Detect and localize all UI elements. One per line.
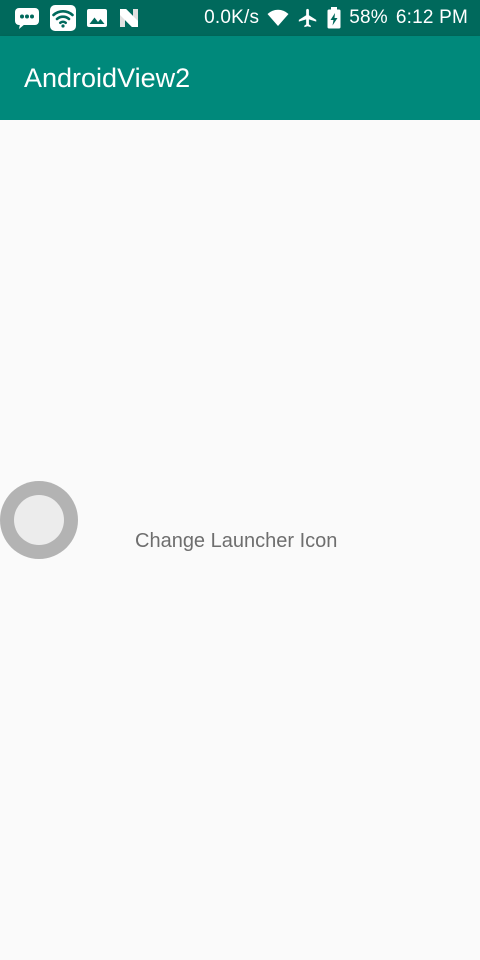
app-title: AndroidView2 <box>24 63 191 93</box>
n-app-icon <box>118 6 140 30</box>
network-speed: 0.0K/s <box>204 7 260 28</box>
main-content: Change Launcher Icon <box>0 120 480 960</box>
messages-icon <box>14 6 40 30</box>
switch-thumb-inner <box>14 495 64 545</box>
battery-percent: 58% <box>349 7 388 28</box>
app-bar: AndroidView2 <box>0 36 480 120</box>
battery-charging-icon <box>327 6 341 30</box>
airplane-mode-icon <box>297 6 319 30</box>
launcher-icon-switch[interactable] <box>0 481 78 559</box>
image-icon <box>86 6 108 30</box>
switch-label: Change Launcher Icon <box>135 530 338 552</box>
notification-icons <box>14 5 140 31</box>
status-bar: 0.0K/s 58% 6:12 PM <box>0 0 480 36</box>
wifi-notification-icon <box>50 5 76 31</box>
clock: 6:12 PM <box>395 7 468 28</box>
system-status: 0.0K/s 58% 6:12 PM <box>204 5 468 31</box>
wifi-signal-icon <box>267 6 289 30</box>
